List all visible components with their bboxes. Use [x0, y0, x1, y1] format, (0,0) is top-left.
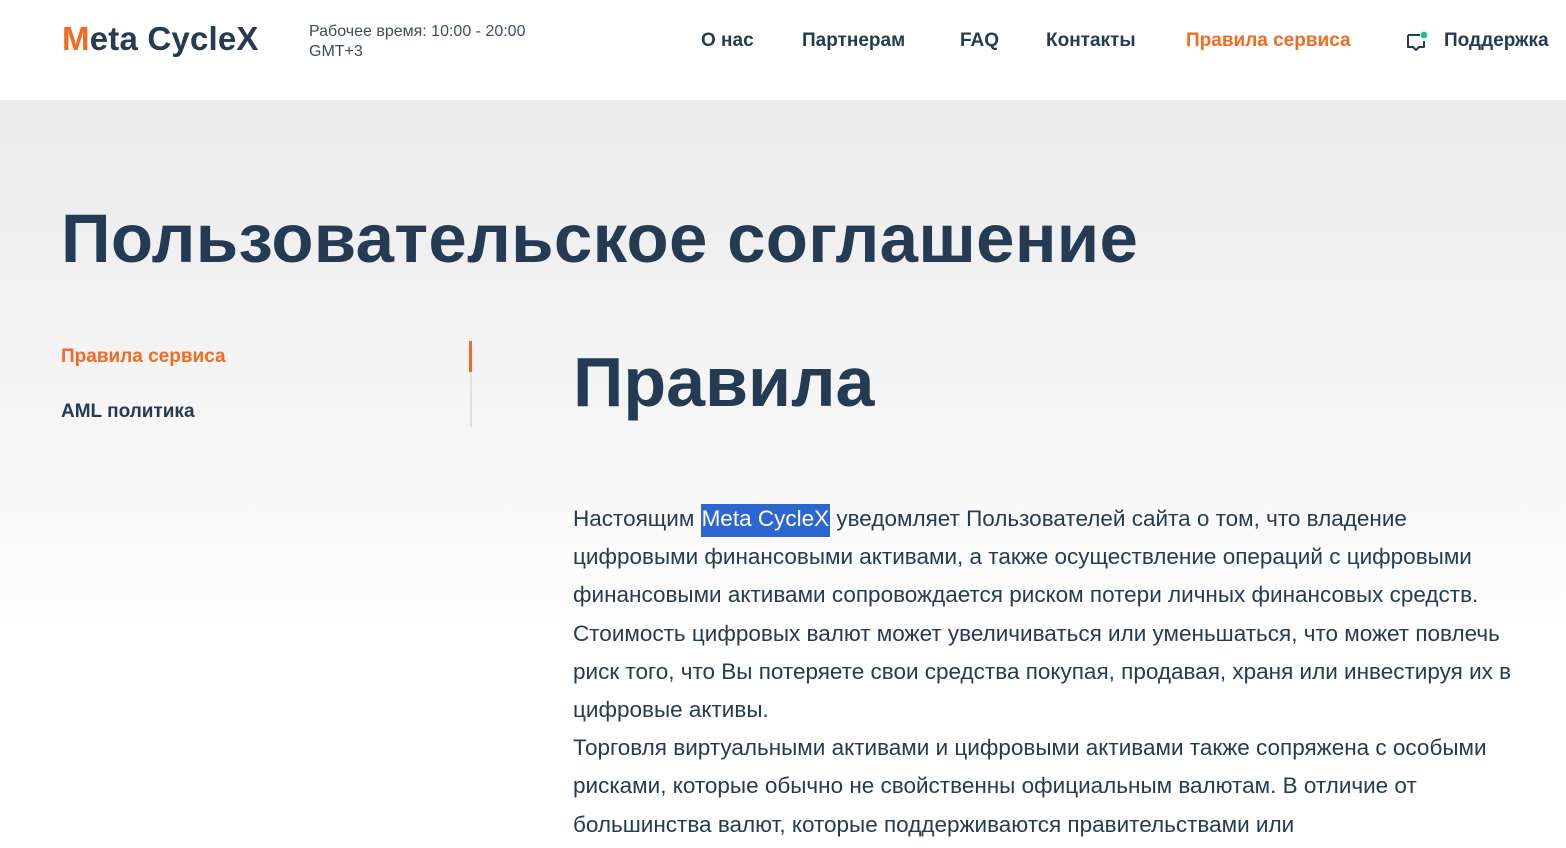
logo-accent-letter: M — [62, 20, 90, 57]
agreement-text: Настоящим Meta CycleX уведомляет Пользов… — [573, 500, 1533, 844]
sidebar-item-service-rules[interactable]: Правила сервиса — [61, 346, 226, 368]
working-hours-line: Рабочее время: 10:00 - 20:00 — [309, 23, 526, 40]
page-title: Пользовательское соглашение — [61, 200, 1139, 277]
paragraph-text: Настоящим — [573, 506, 701, 531]
logo[interactable]: Meta CycleX — [62, 20, 259, 58]
paragraph: Настоящим Meta CycleX уведомляет Пользов… — [573, 500, 1533, 729]
nav-service-rules[interactable]: Правила сервиса — [1186, 30, 1351, 52]
chat-icon[interactable] — [1405, 31, 1429, 53]
working-hours: Рабочее время: 10:00 - 20:00 GMT+3 — [309, 22, 569, 62]
nav-support[interactable]: Поддержка — [1444, 30, 1549, 52]
logo-text: eta CycleX — [89, 20, 259, 57]
selected-text: Meta CycleX — [700, 504, 831, 537]
nav-about[interactable]: О нас — [701, 30, 754, 52]
paragraph-text: уведомляет Пользователей сайта о том, чт… — [573, 506, 1512, 723]
nav-faq[interactable]: FAQ — [960, 30, 999, 52]
paragraph: Торговля виртуальными активами и цифровы… — [573, 735, 1487, 837]
site-header: Meta CycleX Рабочее время: 10:00 - 20:00… — [0, 0, 1566, 100]
nav-contacts[interactable]: Контакты — [1046, 30, 1136, 52]
sidebar-active-marker — [469, 341, 472, 372]
timezone-line: GMT+3 — [309, 43, 363, 60]
sidebar-item-aml-policy[interactable]: AML политика — [61, 401, 195, 423]
nav-partners[interactable]: Партнерам — [802, 30, 905, 52]
section-heading: Правила — [573, 343, 875, 421]
